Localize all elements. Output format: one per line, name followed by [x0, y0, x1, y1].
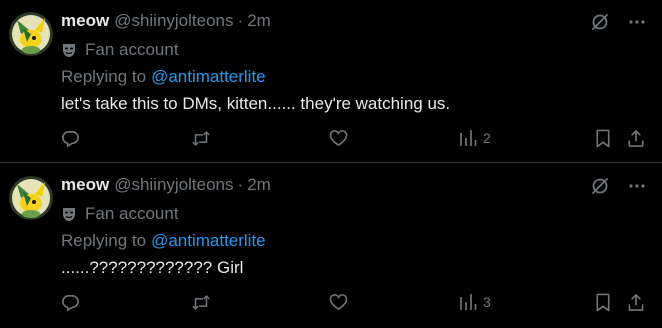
repost-button[interactable] [191, 292, 211, 312]
post-top-actions [590, 12, 646, 32]
views-icon [460, 294, 477, 310]
like-button[interactable] [329, 292, 348, 312]
reply-icon [62, 294, 79, 311]
account-label: Fan account [61, 39, 179, 61]
timestamp[interactable]: 2m [247, 175, 271, 195]
post-actions: 3 [61, 292, 651, 312]
bookmark-icon [596, 293, 610, 311]
handle[interactable]: @shiinyjolteons [114, 175, 233, 195]
post-actions: 2 [61, 128, 651, 148]
account-label-text: Fan account [85, 40, 179, 59]
post-top-actions [590, 176, 646, 196]
replying-to: Replying to @antimatterlite [61, 230, 266, 252]
post-text: let's take this to DMs, kitten...... the… [61, 94, 451, 113]
mask-icon [61, 42, 77, 58]
grok-icon[interactable] [590, 176, 610, 196]
separator: · [237, 11, 244, 30]
repost-icon [192, 130, 210, 146]
share-icon [628, 293, 644, 311]
more-options-icon[interactable] [628, 177, 646, 195]
views-count: 3 [483, 294, 491, 310]
reply-icon [62, 130, 79, 147]
views-icon [460, 130, 477, 146]
mention-link[interactable]: @antimatterlite [151, 67, 266, 87]
repost-icon [192, 294, 210, 310]
heart-icon [329, 130, 348, 147]
display-name[interactable]: meow [61, 175, 109, 195]
post[interactable]: meow @shiinyjolteons · 2m Fan account Re… [0, 164, 662, 328]
replying-prefix: Replying to [61, 231, 147, 250]
timestamp[interactable]: 2m [247, 11, 271, 31]
views-count: 2 [483, 130, 491, 146]
share-button[interactable] [627, 128, 645, 148]
avatar-image [9, 176, 53, 220]
account-label: Fan account [61, 203, 179, 225]
repost-button[interactable] [191, 128, 211, 148]
separator: · [237, 175, 244, 194]
like-button[interactable] [329, 128, 348, 148]
account-label-text: Fan account [85, 204, 179, 223]
avatar[interactable] [9, 12, 53, 56]
heart-icon [329, 294, 348, 311]
views-button[interactable]: 2 [459, 128, 491, 148]
reply-button[interactable] [61, 292, 80, 312]
post-header: meow @shiinyjolteons · 2m [61, 10, 271, 32]
more-options-icon[interactable] [628, 13, 646, 31]
grok-icon[interactable] [590, 12, 610, 32]
replying-to: Replying to @antimatterlite [61, 66, 266, 88]
share-icon [628, 129, 644, 147]
mask-icon [61, 206, 77, 222]
mention-link[interactable]: @antimatterlite [151, 231, 266, 251]
views-button[interactable]: 3 [459, 292, 491, 312]
avatar[interactable] [9, 176, 53, 220]
post-text: ......????????????? Girl [61, 258, 244, 277]
avatar-image [9, 12, 53, 56]
bookmark-button[interactable] [595, 128, 611, 148]
share-button[interactable] [627, 292, 645, 312]
display-name[interactable]: meow [61, 11, 109, 31]
bookmark-icon [596, 129, 610, 147]
post-header: meow @shiinyjolteons · 2m [61, 174, 271, 196]
post[interactable]: meow @shiinyjolteons · 2m Fan account Re… [0, 0, 662, 163]
bookmark-button[interactable] [595, 292, 611, 312]
handle[interactable]: @shiinyjolteons [114, 11, 233, 31]
reply-button[interactable] [61, 128, 80, 148]
replying-prefix: Replying to [61, 67, 147, 86]
